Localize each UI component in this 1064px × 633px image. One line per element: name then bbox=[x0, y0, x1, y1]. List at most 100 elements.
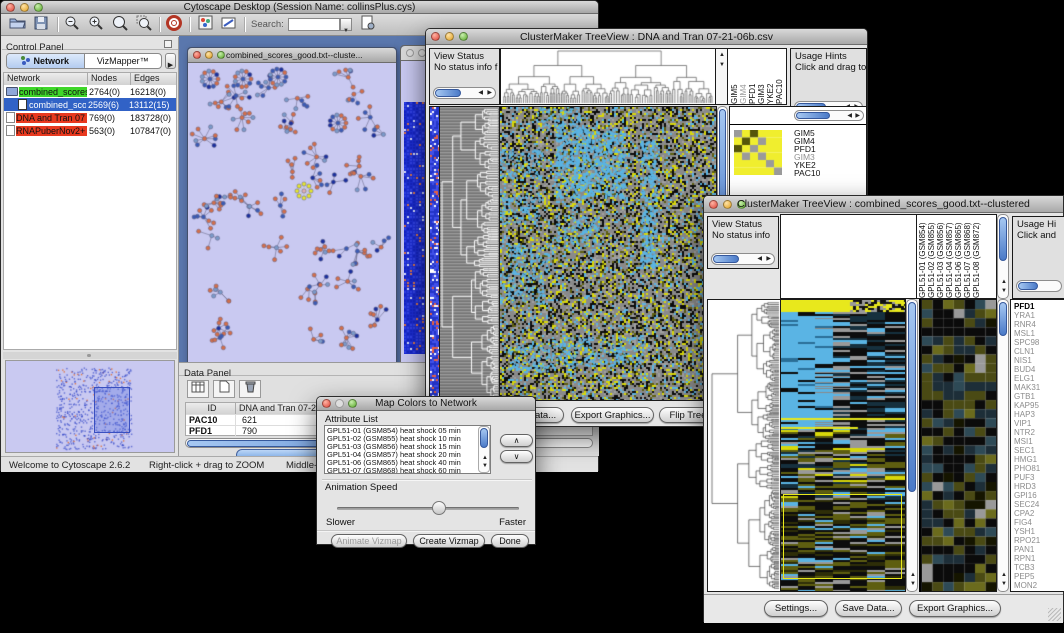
gene-label[interactable]: NTR2 bbox=[1014, 428, 1064, 437]
gene-label[interactable]: GTB1 bbox=[1014, 392, 1064, 401]
network-graph-canvas[interactable] bbox=[188, 63, 396, 366]
move-up-button[interactable]: ∧ bbox=[500, 434, 533, 447]
gene-label[interactable]: SEC1 bbox=[1014, 446, 1064, 455]
save-button[interactable] bbox=[31, 16, 51, 34]
attribute-list-scrollbar[interactable]: ▲ ▼ bbox=[478, 426, 490, 473]
scrollbar-thumb[interactable] bbox=[796, 112, 830, 119]
close-button[interactable] bbox=[406, 49, 414, 57]
scroll-left-icon[interactable]: ◀ bbox=[847, 113, 852, 120]
tab-vizmapper[interactable]: VizMapper™ bbox=[85, 54, 162, 68]
main-titlebar[interactable]: Cytoscape Desktop (Session Name: collins… bbox=[1, 1, 598, 14]
tv2-zoom-vscrollbar[interactable]: ▲ ▼ bbox=[997, 299, 1009, 592]
view-status-scrollbar[interactable]: ◀ ▶ bbox=[433, 87, 496, 99]
gene-label[interactable]: HMG1 bbox=[1014, 455, 1064, 464]
scroll-right-icon[interactable]: ▶ bbox=[855, 113, 860, 120]
scroll-down-icon[interactable]: ▼ bbox=[719, 62, 725, 69]
scrollbar-thumb[interactable] bbox=[999, 217, 1007, 261]
tab-network[interactable]: Network bbox=[7, 54, 85, 68]
new-attribute-button[interactable] bbox=[213, 380, 235, 398]
minimize-button[interactable] bbox=[20, 3, 29, 12]
scroll-up-icon[interactable]: ▲ bbox=[910, 572, 916, 579]
gene-label[interactable]: KAP95 bbox=[1014, 401, 1064, 410]
minimize-button[interactable] bbox=[723, 200, 732, 209]
gene-label[interactable]: PHO81 bbox=[1014, 464, 1064, 473]
zoom-selected-button[interactable] bbox=[134, 16, 154, 34]
scroll-left-icon[interactable]: ◀ bbox=[478, 90, 483, 97]
gene-label[interactable]: HRD3 bbox=[1014, 482, 1064, 491]
float-panel-icon[interactable] bbox=[164, 40, 172, 48]
tv2-heatmap[interactable] bbox=[780, 299, 906, 592]
network-overview[interactable] bbox=[5, 360, 175, 453]
gene-label[interactable]: YRA1 bbox=[1014, 311, 1064, 320]
col-network[interactable]: Network bbox=[4, 73, 88, 85]
gene-label[interactable]: MSI1 bbox=[1014, 437, 1064, 446]
tv2-column-dendrogram[interactable] bbox=[780, 214, 917, 299]
network-canvas-area[interactable] bbox=[188, 63, 396, 366]
gene-label[interactable]: CPA2 bbox=[1014, 509, 1064, 518]
search-input[interactable] bbox=[288, 18, 340, 31]
open-button[interactable] bbox=[7, 16, 27, 34]
attribute-listbox[interactable]: GPL51-01 (GSM854) heat shock 05 minGPL51… bbox=[324, 425, 491, 474]
scroll-down-icon[interactable]: ▼ bbox=[1001, 288, 1007, 295]
tv2-main-vscrollbar[interactable]: ▲ ▼ bbox=[906, 299, 918, 592]
scrollbar-thumb[interactable] bbox=[435, 89, 461, 97]
select-attributes-button[interactable] bbox=[187, 380, 209, 398]
tab-overflow-button[interactable]: ▶ bbox=[165, 53, 176, 69]
gene-label[interactable]: SEC24 bbox=[1014, 500, 1064, 509]
annotation-button[interactable] bbox=[219, 16, 239, 34]
scroll-down-icon[interactable]: ▼ bbox=[1001, 581, 1007, 588]
scrollbar-thumb[interactable] bbox=[713, 255, 739, 263]
gene-label[interactable]: PAN1 bbox=[1014, 545, 1064, 554]
dialog-titlebar[interactable]: Map Colors to Network bbox=[317, 397, 535, 411]
animation-speed-slider[interactable] bbox=[337, 501, 519, 515]
tv1-titlebar[interactable]: ClusterMaker TreeView : DNA and Tran 07-… bbox=[426, 29, 867, 45]
tv1-heatmap[interactable] bbox=[499, 106, 717, 401]
scroll-up-icon[interactable]: ▲ bbox=[1001, 279, 1007, 286]
gene-label[interactable]: GPI16 bbox=[1014, 491, 1064, 500]
gene-label[interactable]: VIP1 bbox=[1014, 419, 1064, 428]
tv1-column-dendrogram[interactable] bbox=[500, 48, 716, 105]
tv2-zoom-heatmap[interactable] bbox=[921, 299, 997, 592]
gene-label[interactable]: YSH1 bbox=[1014, 527, 1064, 536]
tv2-top-vscrollbar[interactable]: ▲ ▼ bbox=[997, 214, 1009, 299]
scroll-up-icon[interactable]: ▲ bbox=[482, 455, 488, 462]
close-button[interactable] bbox=[6, 3, 15, 12]
gene-label[interactable]: TCB3 bbox=[1014, 563, 1064, 572]
move-down-button[interactable]: ∨ bbox=[500, 450, 533, 463]
detail-hscrollbar[interactable]: ◀ ▶ bbox=[794, 110, 864, 121]
zoom-heatmap-canvas[interactable] bbox=[922, 300, 996, 591]
gene-label[interactable]: PEP5 bbox=[1014, 572, 1064, 581]
tv1-gene-dendrogram[interactable] bbox=[439, 106, 500, 401]
gene-label[interactable]: ELG1 bbox=[1014, 374, 1064, 383]
network-row[interactable]: RNAPuberNov2+ 563(0) 107847(0) bbox=[4, 124, 176, 137]
gene-label[interactable]: MAK31 bbox=[1014, 383, 1064, 392]
zoom-fit-button[interactable] bbox=[110, 16, 130, 34]
delete-attribute-button[interactable] bbox=[239, 380, 261, 398]
scroll-right-icon[interactable]: ▶ bbox=[487, 90, 492, 97]
scroll-up-icon[interactable]: ▲ bbox=[719, 52, 725, 59]
col-nodes[interactable]: Nodes bbox=[88, 73, 131, 85]
minimize-button[interactable] bbox=[445, 32, 454, 41]
scroll-right-icon[interactable]: ▶ bbox=[766, 256, 771, 263]
overview-selection-rect[interactable] bbox=[94, 387, 130, 433]
scroll-left-icon[interactable]: ◀ bbox=[757, 256, 762, 263]
gene-label[interactable]: RPO21 bbox=[1014, 536, 1064, 545]
network-row[interactable]: combined_scores 2764(0) 16218(0) bbox=[4, 85, 176, 98]
network-row[interactable]: combined_sco 2569(6) 13112(15) bbox=[4, 98, 176, 111]
close-button[interactable] bbox=[431, 32, 440, 41]
scrollbar-thumb[interactable] bbox=[480, 428, 488, 448]
gene-label[interactable]: FIG4 bbox=[1014, 518, 1064, 527]
gene-label[interactable]: RPN1 bbox=[1014, 554, 1064, 563]
help-button[interactable] bbox=[164, 16, 184, 34]
gene-label[interactable]: MON2 bbox=[1014, 581, 1064, 590]
vizmapper-button[interactable] bbox=[195, 16, 215, 34]
zoom-button[interactable] bbox=[217, 51, 225, 59]
export-graphics-button[interactable]: Export Graphics... bbox=[909, 600, 1001, 617]
gene-label[interactable]: SPC98 bbox=[1014, 338, 1064, 347]
save-data-button[interactable]: Save Data... bbox=[835, 600, 902, 617]
close-button[interactable] bbox=[193, 51, 201, 59]
mini-heatmap-canvas[interactable] bbox=[734, 130, 782, 175]
view-status-scrollbar[interactable]: ◀ ▶ bbox=[711, 253, 775, 265]
gene-label[interactable]: RNR4 bbox=[1014, 320, 1064, 329]
gene-label[interactable]: BUD4 bbox=[1014, 365, 1064, 374]
